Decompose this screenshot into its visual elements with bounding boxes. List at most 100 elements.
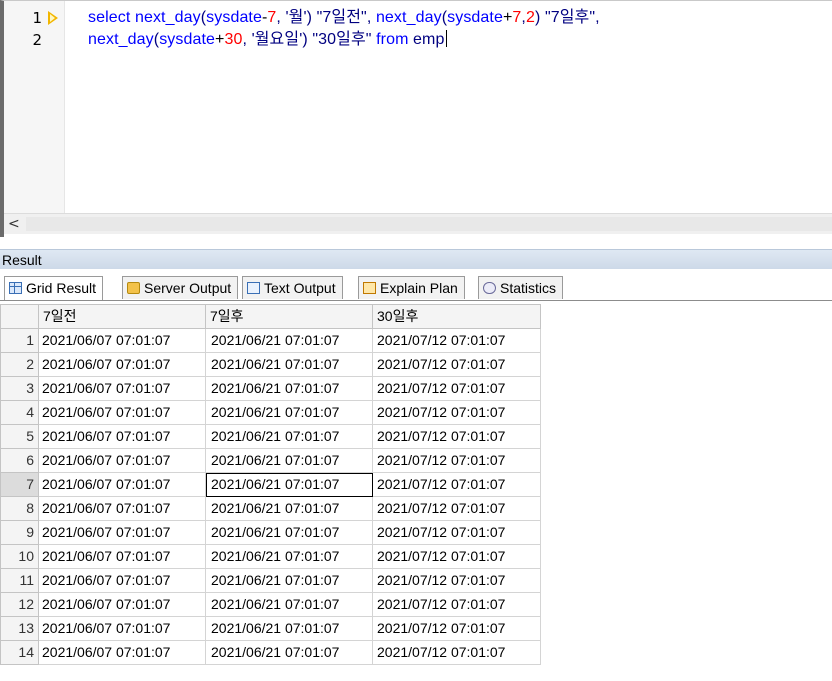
result-grid[interactable]: 7일전 7일후 30일후 1 2021/06/07 07:01:07 2021/06…: [0, 304, 541, 665]
row-number[interactable]: 8: [0, 496, 39, 521]
line-number: 2: [32, 31, 42, 49]
tab-statistics[interactable]: Statistics: [478, 276, 564, 299]
table-row[interactable]: 14 2021/06/07 07:01:07 2021/06/21 07:01:07…: [0, 640, 541, 665]
cell-7일전[interactable]: 2021/06/07 07:01:07: [38, 472, 206, 497]
column-header[interactable]: 7일전: [38, 304, 206, 329]
row-number[interactable]: 2: [0, 352, 39, 377]
column-header[interactable]: 7일후: [205, 304, 373, 329]
cell-7일후[interactable]: 2021/06/21 07:01:07: [205, 520, 373, 545]
table-row[interactable]: 11 2021/06/07 07:01:07 2021/06/21 07:01:07…: [0, 568, 541, 593]
cell-7일후[interactable]: 2021/06/21 07:01:07: [205, 640, 373, 665]
row-number[interactable]: 1: [0, 328, 39, 353]
panel-splitter[interactable]: [0, 237, 832, 249]
cell-7일후[interactable]: 2021/06/21 07:01:07: [205, 496, 373, 521]
cell-30일후[interactable]: 2021/07/12 07:01:07: [372, 568, 541, 593]
tab-explain-plan[interactable]: Explain Plan: [358, 276, 465, 299]
cell-7일후[interactable]: 2021/06/21 07:01:07: [205, 472, 373, 497]
server-output-icon: [127, 282, 140, 294]
row-number[interactable]: 10: [0, 544, 39, 569]
line-number: 1: [32, 9, 42, 27]
table-row[interactable]: 7 2021/06/07 07:01:07 2021/06/21 07:01:07 2…: [0, 472, 541, 497]
cell-7일전[interactable]: 2021/06/07 07:01:07: [38, 424, 206, 449]
row-number[interactable]: 3: [0, 376, 39, 401]
row-number[interactable]: 4: [0, 400, 39, 425]
code-text-line-2[interactable]: next_day(sysdate+30, '월요일') "30일후" from …: [88, 29, 448, 51]
cell-30일후[interactable]: 2021/07/12 07:01:07: [372, 496, 541, 521]
row-number[interactable]: 9: [0, 520, 39, 545]
grid-icon: [9, 282, 22, 294]
table-row[interactable]: 4 2021/06/07 07:01:07 2021/06/21 07:01:07 2…: [0, 400, 541, 425]
cell-30일후[interactable]: 2021/07/12 07:01:07: [372, 400, 541, 425]
cell-7일전[interactable]: 2021/06/07 07:01:07: [38, 352, 206, 377]
table-row[interactable]: 10 2021/06/07 07:01:07 2021/06/21 07:01:07…: [0, 544, 541, 569]
cell-7일후[interactable]: 2021/06/21 07:01:07: [205, 544, 373, 569]
table-row[interactable]: 3 2021/06/07 07:01:07 2021/06/21 07:01:07 2…: [0, 376, 541, 401]
cell-7일전[interactable]: 2021/06/07 07:01:07: [38, 448, 206, 473]
cell-30일후[interactable]: 2021/07/12 07:01:07: [372, 520, 541, 545]
grid-corner-cell[interactable]: [0, 304, 39, 329]
row-number[interactable]: 5: [0, 424, 39, 449]
cell-7일전[interactable]: 2021/06/07 07:01:07: [38, 520, 206, 545]
scrollbar-track[interactable]: [26, 217, 832, 231]
cell-7일후[interactable]: 2021/06/21 07:01:07: [205, 328, 373, 353]
cell-30일후[interactable]: 2021/07/12 07:01:07: [372, 328, 541, 353]
sql-editor[interactable]: 1 select next_day(sysdate-7, '월') "7일전",…: [0, 0, 832, 237]
table-row[interactable]: 5 2021/06/07 07:01:07 2021/06/21 07:01:07 2…: [0, 424, 541, 449]
table-row[interactable]: 2 2021/06/07 07:01:07 2021/06/21 07:01:07 2…: [0, 352, 541, 377]
table-row[interactable]: 12 2021/06/07 07:01:07 2021/06/21 07:01:07…: [0, 592, 541, 617]
cell-30일후[interactable]: 2021/07/12 07:01:07: [372, 448, 541, 473]
row-number[interactable]: 7: [0, 472, 39, 497]
cell-7일전[interactable]: 2021/06/07 07:01:07: [38, 640, 206, 665]
table-row[interactable]: 13 2021/06/07 07:01:07 2021/06/21 07:01:07…: [0, 616, 541, 641]
cell-7일전[interactable]: 2021/06/07 07:01:07: [38, 568, 206, 593]
table-row[interactable]: 1 2021/06/07 07:01:07 2021/06/21 07:01:07 2…: [0, 328, 541, 353]
cell-7일후[interactable]: 2021/06/21 07:01:07: [205, 352, 373, 377]
cell-7일후[interactable]: 2021/06/21 07:01:07: [205, 592, 373, 617]
text-caret: [446, 30, 448, 47]
editor-line-1[interactable]: 1 select next_day(sysdate-7, '월') "7일전",…: [4, 7, 832, 29]
column-header[interactable]: 30일후: [372, 304, 541, 329]
cell-7일후[interactable]: 2021/06/21 07:01:07: [205, 568, 373, 593]
cell-7일전[interactable]: 2021/06/07 07:01:07: [38, 496, 206, 521]
tab-server-output[interactable]: Server Output: [122, 276, 239, 299]
statistics-icon: [483, 282, 496, 294]
cell-7일후[interactable]: 2021/06/21 07:01:07: [205, 424, 373, 449]
tab-grid-result[interactable]: Grid Result: [4, 276, 104, 300]
cell-7일전[interactable]: 2021/06/07 07:01:07: [38, 328, 206, 353]
cell-30일후[interactable]: 2021/07/12 07:01:07: [372, 616, 541, 641]
cell-30일후[interactable]: 2021/07/12 07:01:07: [372, 424, 541, 449]
cell-7일전[interactable]: 2021/06/07 07:01:07: [38, 616, 206, 641]
cell-7일전[interactable]: 2021/06/07 07:01:07: [38, 592, 206, 617]
row-number[interactable]: 14: [0, 640, 39, 665]
cell-7일전[interactable]: 2021/06/07 07:01:07: [38, 376, 206, 401]
table-row[interactable]: 9 2021/06/07 07:01:07 2021/06/21 07:01:07 2…: [0, 520, 541, 545]
result-panel-title: Result: [0, 249, 832, 269]
table-row[interactable]: 6 2021/06/07 07:01:07 2021/06/21 07:01:07 2…: [0, 448, 541, 473]
current-line-arrow-icon: [48, 11, 58, 25]
table-row[interactable]: 8 2021/06/07 07:01:07 2021/06/21 07:01:07 2…: [0, 496, 541, 521]
cell-7일전[interactable]: 2021/06/07 07:01:07: [38, 400, 206, 425]
cell-30일후[interactable]: 2021/07/12 07:01:07: [372, 592, 541, 617]
cell-7일후[interactable]: 2021/06/21 07:01:07: [205, 448, 373, 473]
row-number[interactable]: 12: [0, 592, 39, 617]
editor-horizontal-scrollbar[interactable]: <: [4, 213, 832, 234]
cell-7일후[interactable]: 2021/06/21 07:01:07: [205, 400, 373, 425]
cell-7일후[interactable]: 2021/06/21 07:01:07: [205, 616, 373, 641]
row-number[interactable]: 6: [0, 448, 39, 473]
cell-30일후[interactable]: 2021/07/12 07:01:07: [372, 352, 541, 377]
explain-plan-icon: [363, 282, 376, 294]
tab-text-output[interactable]: Text Output: [242, 276, 343, 299]
grid-header-row: 7일전 7일후 30일후: [0, 304, 541, 329]
cell-30일후[interactable]: 2021/07/12 07:01:07: [372, 544, 541, 569]
cell-7일후[interactable]: 2021/06/21 07:01:07: [205, 376, 373, 401]
cell-30일후[interactable]: 2021/07/12 07:01:07: [372, 640, 541, 665]
code-text-line-1[interactable]: select next_day(sysdate-7, '월') "7일전", n…: [88, 7, 600, 29]
cell-30일후[interactable]: 2021/07/12 07:01:07: [372, 376, 541, 401]
scroll-left-arrow-icon[interactable]: <: [8, 216, 20, 232]
row-number[interactable]: 13: [0, 616, 39, 641]
row-number[interactable]: 11: [0, 568, 39, 593]
editor-line-2[interactable]: 2 next_day(sysdate+30, '월요일') "30일후" fro…: [4, 29, 832, 51]
text-output-icon: [247, 282, 260, 294]
cell-30일후[interactable]: 2021/07/12 07:01:07: [372, 472, 541, 497]
cell-7일전[interactable]: 2021/06/07 07:01:07: [38, 544, 206, 569]
